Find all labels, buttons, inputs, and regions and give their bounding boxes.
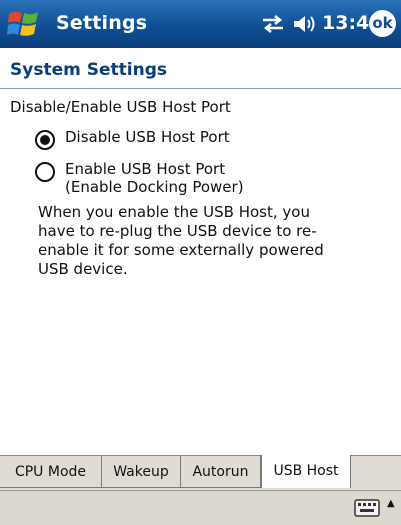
connectivity-icon[interactable] xyxy=(260,13,286,35)
volume-icon[interactable] xyxy=(292,12,318,36)
menu-bar: ▲ xyxy=(0,490,401,525)
windows-start-icon[interactable] xyxy=(7,8,41,40)
up-arrow-icon[interactable]: ▲ xyxy=(387,498,395,509)
header-divider xyxy=(0,88,401,89)
tab-cpu-mode[interactable]: CPU Mode xyxy=(0,456,102,488)
page-header: System Settings xyxy=(0,48,401,90)
enable-usb-host-label-line2: (Enable Docking Power) xyxy=(65,178,244,196)
disable-usb-host-option[interactable]: Disable USB Host Port xyxy=(35,128,230,150)
title-bar: Settings 13:40 ok xyxy=(0,0,401,48)
page-title: System Settings xyxy=(10,60,167,80)
usb-host-description: When you enable the USB Host, you have t… xyxy=(38,203,368,279)
description-line: When you enable the USB Host, you xyxy=(38,203,310,221)
disable-usb-host-radio[interactable] xyxy=(35,130,55,150)
description-line: have to re-plug the USB device to re- xyxy=(38,222,317,240)
tab-wakeup[interactable]: Wakeup xyxy=(102,456,181,488)
app-title: Settings xyxy=(56,12,148,34)
keyboard-icon[interactable] xyxy=(354,499,380,517)
enable-usb-host-label[interactable]: Enable USB Host Port (Enable Docking Pow… xyxy=(65,160,244,196)
description-line: USB device. xyxy=(38,260,128,278)
disable-usb-host-label[interactable]: Disable USB Host Port xyxy=(65,128,230,146)
enable-usb-host-option[interactable]: Enable USB Host Port (Enable Docking Pow… xyxy=(35,160,244,196)
enable-usb-host-label-line1: Enable USB Host Port xyxy=(65,160,226,178)
tab-autorun[interactable]: Autorun xyxy=(181,456,261,488)
section-label: Disable/Enable USB Host Port xyxy=(10,98,231,116)
tab-usb-host[interactable]: USB Host xyxy=(261,455,351,488)
ok-button[interactable]: ok xyxy=(369,10,396,37)
tab-bar: CPU Mode Wakeup Autorun USB Host xyxy=(0,455,401,490)
settings-content: Disable/Enable USB Host Port Disable USB… xyxy=(0,90,401,450)
description-line: enable it for some externally powered xyxy=(38,241,324,259)
enable-usb-host-radio[interactable] xyxy=(35,162,55,182)
